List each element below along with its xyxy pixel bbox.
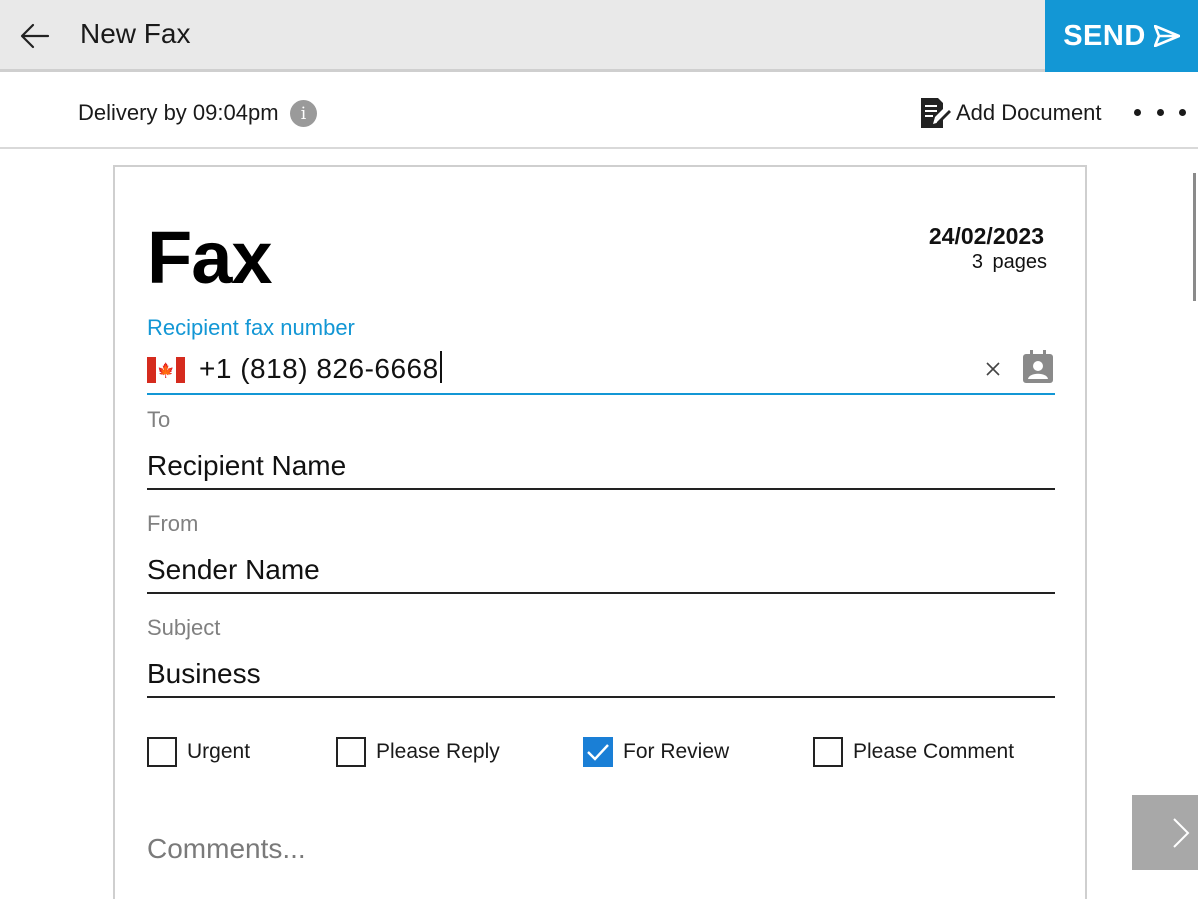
add-document-button[interactable]: Add Document <box>918 95 1102 131</box>
canada-flag-icon[interactable]: 🍁 <box>147 357 185 383</box>
comments-input[interactable] <box>147 827 1055 871</box>
please-reply-label: Please Reply <box>376 740 500 763</box>
checkbox-box[interactable] <box>813 737 843 767</box>
fax-date: 24/02/2023 <box>928 223 1044 249</box>
please-comment-checkbox[interactable]: Please Comment <box>813 737 1014 767</box>
close-icon <box>986 362 1000 376</box>
text-caret <box>439 351 442 383</box>
for-review-checkbox[interactable]: For Review <box>583 737 729 767</box>
add-document-icon <box>921 98 951 128</box>
more-dot-icon <box>1156 108 1164 116</box>
urgent-checkbox[interactable]: Urgent <box>147 737 250 767</box>
fax-cover-sheet: Fax 24/02/2023 3 pages Recipient fax num… <box>113 165 1087 899</box>
scrollbar-thumb[interactable] <box>1193 173 1196 301</box>
contacts-button[interactable] <box>1021 349 1055 385</box>
subject-field[interactable]: Business <box>147 654 1055 698</box>
cover-options: Urgent Please Reply For Review Please Co… <box>147 737 1055 773</box>
fax-number-value: +1 (818) 826-6668 <box>199 353 439 384</box>
page-count: 3 pages <box>971 251 1047 273</box>
recipient-fax-label: Recipient fax number <box>147 315 355 340</box>
chevron-right-icon <box>1173 817 1190 848</box>
send-icon <box>1153 25 1180 47</box>
delivery-time: Delivery by 09:04pm <box>78 100 279 125</box>
next-page-button[interactable] <box>1132 795 1198 870</box>
recipient-name-input[interactable]: Recipient Name <box>147 450 346 482</box>
page-title: New Fax <box>80 18 191 49</box>
to-field[interactable]: Recipient Name <box>147 446 1055 490</box>
more-options-button[interactable] <box>1130 97 1190 127</box>
delivery-toolbar: Delivery by 09:04pm i Add Document <box>0 75 1198 149</box>
for-review-label: For Review <box>623 740 730 763</box>
more-dot-icon <box>1179 108 1186 116</box>
checkbox-box-checked[interactable] <box>583 737 613 767</box>
more-dot-icon <box>1134 108 1141 116</box>
please-comment-label: Please Comment <box>853 740 1015 763</box>
add-document-label: Add Document <box>956 100 1102 125</box>
contact-book-icon <box>1023 350 1053 383</box>
checkmark-icon <box>587 744 609 761</box>
send-button-label: SEND <box>1063 19 1146 52</box>
clear-button[interactable] <box>979 355 1007 383</box>
fax-number-input[interactable]: +1 (818) 826-6668 <box>199 351 442 385</box>
sender-name-input[interactable]: Sender Name <box>147 554 320 586</box>
to-label: To <box>147 407 171 432</box>
please-reply-checkbox[interactable]: Please Reply <box>336 737 500 767</box>
checkbox-box[interactable] <box>147 737 177 767</box>
from-label: From <box>147 511 199 536</box>
checkbox-box[interactable] <box>336 737 366 767</box>
subject-input[interactable]: Business <box>147 658 261 690</box>
subject-label: Subject <box>147 615 221 640</box>
send-button[interactable]: SEND <box>1045 0 1198 72</box>
title-bar: New Fax SEND <box>0 0 1198 72</box>
info-icon[interactable]: i <box>290 100 317 127</box>
urgent-label: Urgent <box>187 740 251 763</box>
arrow-left-icon <box>20 23 50 49</box>
fax-heading: Fax <box>147 216 273 299</box>
recipient-fax-field[interactable]: 🍁 +1 (818) 826-6668 <box>147 349 1055 395</box>
back-button[interactable] <box>12 14 58 58</box>
from-field[interactable]: Sender Name <box>147 550 1055 594</box>
